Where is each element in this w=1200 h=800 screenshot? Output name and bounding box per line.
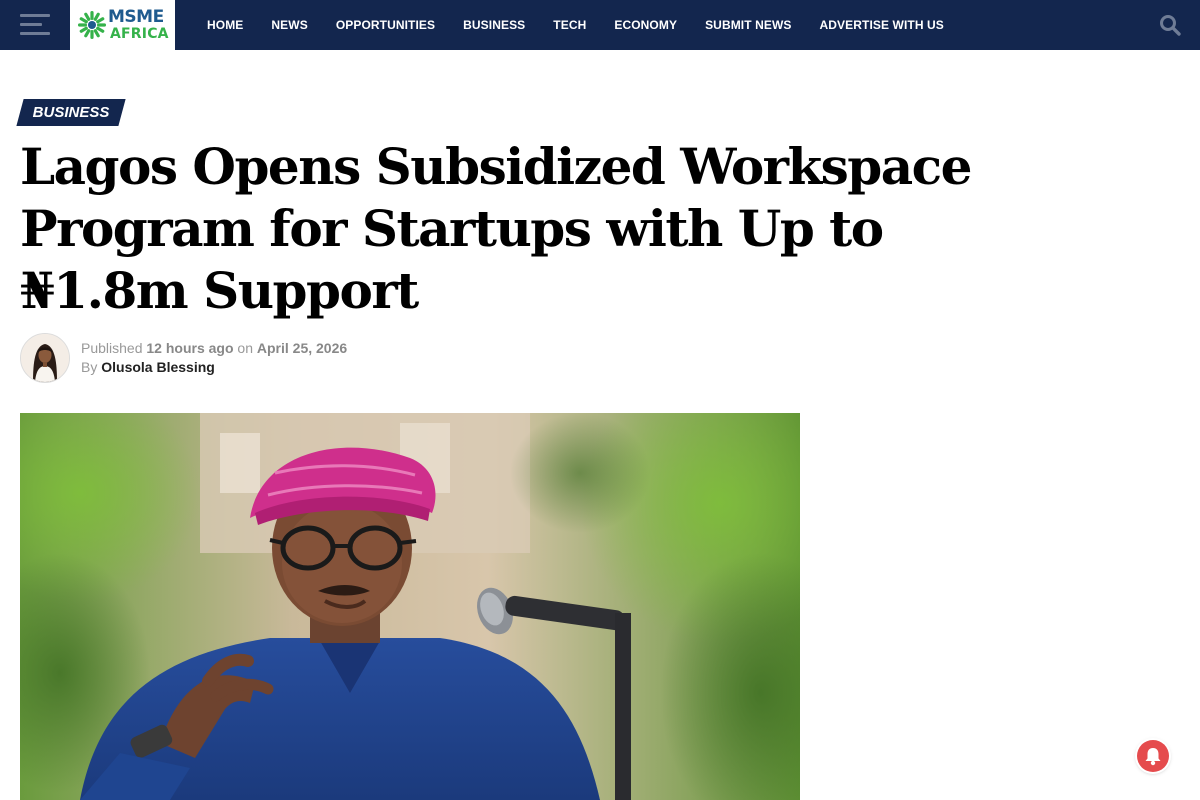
bell-icon: [1145, 748, 1161, 766]
nav-item-news[interactable]: NEWS: [257, 0, 321, 50]
nav-item-submit-news[interactable]: SUBMIT NEWS: [691, 0, 805, 50]
notification-bell-button[interactable]: [1137, 740, 1169, 772]
category-tag[interactable]: BUSINESS: [20, 99, 122, 126]
author-avatar[interactable]: [20, 333, 70, 383]
logo-text-africa: AFRICA: [110, 26, 169, 42]
logo-text-msme: MSME: [108, 7, 164, 27]
nav-item-tech[interactable]: TECH: [539, 0, 600, 50]
byline: By Olusola Blessing: [81, 359, 215, 375]
nav-item-advertise[interactable]: ADVERTISE WITH US: [806, 0, 958, 50]
search-icon[interactable]: [1158, 13, 1182, 37]
published-label: Published: [81, 340, 143, 356]
by-label: By: [81, 359, 98, 375]
featured-image: [20, 413, 800, 800]
hamburger-menu-icon[interactable]: [20, 14, 50, 36]
nav-item-opportunities[interactable]: OPPORTUNITIES: [322, 0, 449, 50]
top-navigation-bar: MSME AFRICA HOME NEWS OPPORTUNITIES BUSI…: [0, 0, 1200, 50]
site-logo[interactable]: MSME AFRICA: [70, 0, 175, 50]
publish-date: April 25, 2026: [256, 340, 348, 356]
relative-time: 12 hours ago: [146, 340, 234, 356]
logo-sunburst-icon: [78, 11, 106, 39]
author-avatar-illustration: [21, 334, 69, 382]
featured-photo-illustration: [20, 413, 800, 800]
author-name-link[interactable]: Olusola Blessing: [101, 359, 215, 375]
on-label: on: [237, 340, 253, 356]
article-title: Lagos Opens Subsidized Workspace Program…: [20, 137, 972, 320]
main-menu: HOME NEWS OPPORTUNITIES BUSINESS TECH EC…: [193, 0, 958, 50]
publish-info: Published 12 hours ago on April 25, 2026: [81, 340, 347, 356]
nav-item-home[interactable]: HOME: [193, 0, 257, 50]
nav-item-business[interactable]: BUSINESS: [449, 0, 539, 50]
nav-item-economy[interactable]: ECONOMY: [600, 0, 691, 50]
